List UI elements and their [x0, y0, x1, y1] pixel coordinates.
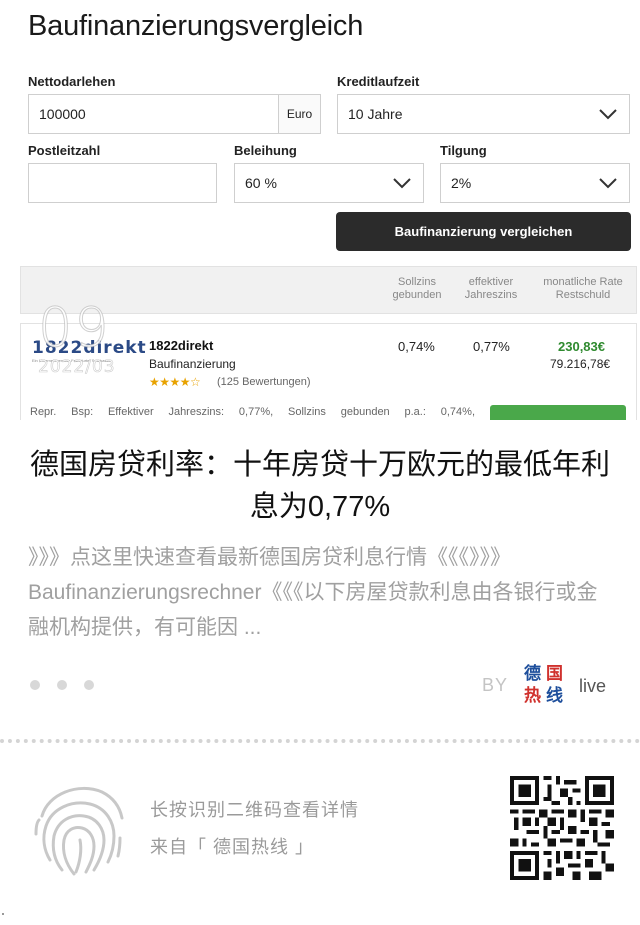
header-rate: monatliche Rate Restschuld — [535, 276, 631, 302]
edge-mark — [2, 913, 4, 915]
header-effektiv-sub: Jahreszins — [464, 289, 518, 301]
chevron-down-icon — [599, 109, 617, 120]
beleihung-label: Beleihung — [234, 143, 297, 158]
sollzins-value: 0,74% — [398, 339, 435, 354]
beleihung-value: 60 % — [245, 175, 277, 191]
nettodarlehen-unit: Euro — [278, 95, 320, 133]
tilgung-select[interactable]: 2% — [440, 163, 630, 203]
brand-logo: 德 国 热 线 — [522, 663, 570, 709]
header-effektiv-label: effektiver — [468, 276, 514, 288]
chevron-down-icon — [393, 178, 411, 189]
pager-dot — [30, 680, 40, 690]
nettodarlehen-label: Nettodarlehen — [28, 74, 116, 89]
kreditlaufzeit-value: 10 Jahre — [348, 106, 403, 122]
compare-button[interactable]: Baufinanzierung vergleichen — [336, 212, 631, 251]
qr-source: 来自「 德国热线 」 — [150, 837, 315, 857]
calculator-screenshot: Baufinanzierungsvergleich Nettodarlehen … — [0, 0, 640, 420]
nettodarlehen-value: 100000 — [39, 106, 86, 122]
header-sollzins: Sollzins gebunden — [386, 276, 448, 302]
brand-char: 热 — [524, 686, 541, 706]
tilgung-value: 2% — [451, 175, 472, 191]
date-day: 09 — [38, 296, 111, 359]
header-rate-label: monatliche Rate — [543, 276, 623, 288]
article-excerpt: 》》》点这里快速查看最新德国房贷利息行情《《《》》》Baufinanzierun… — [28, 546, 598, 639]
by-label: BY — [482, 675, 509, 695]
qr-hint: 长按识别二维码查看详情 — [150, 800, 359, 820]
pager-dot — [84, 680, 94, 690]
chevron-down-icon — [599, 178, 617, 189]
nettodarlehen-input[interactable]: 100000 Euro — [28, 94, 321, 134]
rating-stars: ★★★★☆ — [149, 375, 201, 389]
postleitzahl-input[interactable] — [28, 163, 217, 203]
brand-char: 德 — [524, 664, 541, 684]
beleihung-select[interactable]: 60 % — [234, 163, 424, 203]
kreditlaufzeit-select[interactable]: 10 Jahre — [337, 94, 630, 134]
pager-dots — [30, 680, 94, 690]
brand-char: 线 — [546, 686, 563, 706]
article-headline[interactable]: 德国房贷利率：十年房贷十万欧元的最低年利息为0,77% — [30, 444, 610, 528]
pager-dot — [57, 680, 67, 690]
product-name: Baufinanzierung — [149, 357, 236, 371]
representative-example: Repr. Bsp: Effektiver Jahreszins: 0,77%,… — [30, 406, 475, 418]
qr-code-icon[interactable] — [510, 776, 614, 880]
effektiv-value: 0,77% — [473, 339, 510, 354]
calculator-title: Baufinanzierungsvergleich — [28, 10, 364, 42]
dotted-divider — [0, 739, 640, 743]
date-month: 2022/03 — [38, 357, 116, 378]
bank-name[interactable]: 1822direkt — [149, 338, 213, 353]
date-overlay: 09 2022/03 — [38, 296, 116, 378]
brand-suffix: live — [579, 676, 607, 696]
monthly-rate-value: 230,83€ — [558, 339, 605, 354]
tilgung-label: Tilgung — [440, 143, 487, 158]
header-sollzins-label: Sollzins — [398, 276, 436, 288]
header-effektiv: effektiver Jahreszins — [458, 276, 524, 302]
offer-button[interactable] — [490, 405, 626, 420]
header-rate-sub: Restschuld — [555, 289, 611, 301]
brand-char: 国 — [546, 664, 563, 684]
fingerprint-icon — [34, 787, 124, 876]
header-sollzins-sub: gebunden — [392, 289, 442, 301]
review-count[interactable]: (125 Bewertungen) — [217, 376, 311, 388]
postleitzahl-label: Postleitzahl — [28, 143, 101, 158]
kreditlaufzeit-label: Kreditlaufzeit — [337, 74, 420, 89]
restschuld-value: 79.216,78€ — [550, 357, 611, 371]
